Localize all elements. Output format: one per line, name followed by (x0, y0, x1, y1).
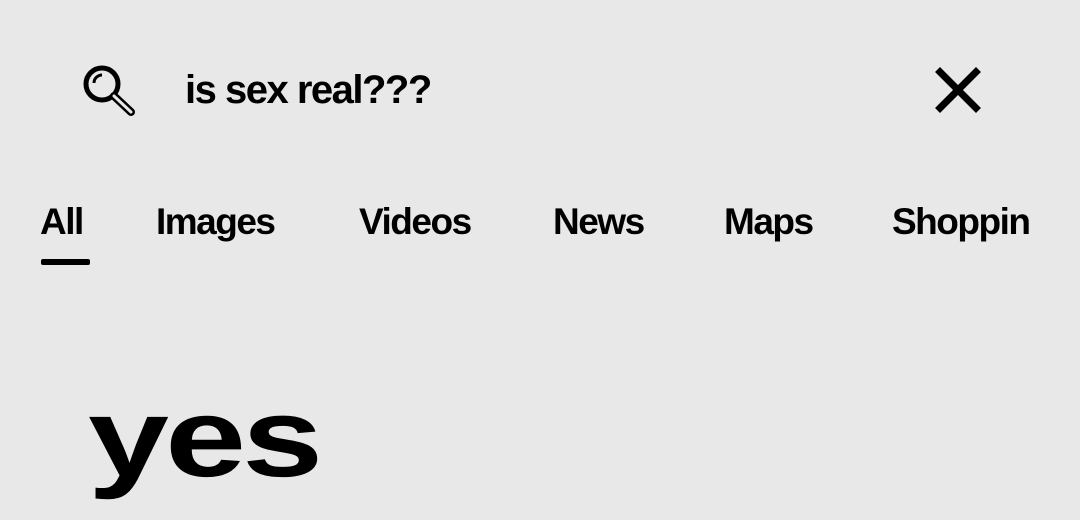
search-tabs: All Images Videos News Maps Shoppin (0, 195, 1080, 275)
tab-all[interactable]: All (40, 195, 84, 249)
close-icon[interactable] (932, 64, 984, 116)
tab-maps[interactable]: Maps (724, 195, 814, 249)
search-bar: is sex real??? (0, 40, 1080, 140)
active-tab-indicator (41, 259, 90, 265)
search-icon[interactable] (80, 62, 138, 118)
tab-shopping[interactable]: Shoppin (892, 195, 1031, 249)
answer-text: yes (88, 375, 323, 500)
tab-images[interactable]: Images (156, 195, 276, 249)
search-input[interactable]: is sex real??? (185, 66, 432, 114)
tab-videos[interactable]: Videos (359, 195, 472, 249)
tab-news[interactable]: News (553, 195, 645, 249)
